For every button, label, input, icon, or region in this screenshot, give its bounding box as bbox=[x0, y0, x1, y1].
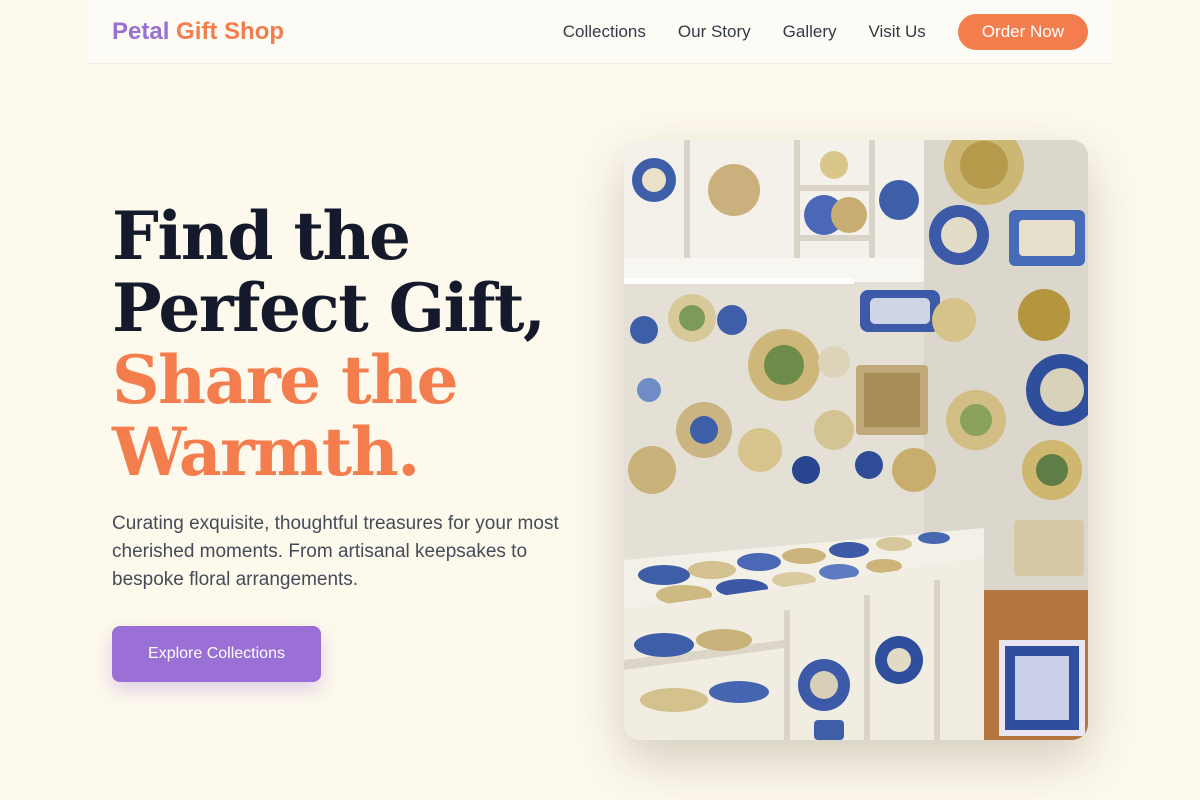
explore-collections-button[interactable]: Explore Collections bbox=[112, 626, 321, 682]
hero-title: Find the Perfect Gift, Share the Warmth. bbox=[112, 200, 582, 488]
site-header: Petal Gift Shop Collections Our Story Ga… bbox=[88, 0, 1112, 64]
order-now-button[interactable]: Order Now bbox=[957, 14, 1088, 50]
hero-image bbox=[624, 140, 1088, 740]
hero-title-line-2: Perfect Gift, bbox=[112, 269, 546, 347]
nav-link-gallery[interactable]: Gallery bbox=[783, 14, 837, 50]
logo-word-gift-shop: Gift Shop bbox=[176, 18, 285, 45]
hero-subtitle: Curating exquisite, thoughtful treasures… bbox=[112, 513, 559, 590]
hero-title-line-3: Share the bbox=[112, 341, 459, 419]
ceramic-shop-illustration bbox=[624, 140, 1088, 740]
nav-link-visit-us[interactable]: Visit Us bbox=[869, 14, 926, 50]
main-nav: Collections Our Story Gallery Visit Us O… bbox=[563, 14, 1088, 50]
hero-title-line-4: Warmth. bbox=[112, 413, 420, 491]
nav-link-our-story[interactable]: Our Story bbox=[678, 14, 751, 50]
logo[interactable]: Petal Gift Shop bbox=[112, 14, 284, 50]
logo-word-petal: Petal bbox=[112, 18, 170, 45]
nav-link-collections[interactable]: Collections bbox=[563, 14, 646, 50]
hero-title-line-1: Find the bbox=[112, 197, 411, 275]
